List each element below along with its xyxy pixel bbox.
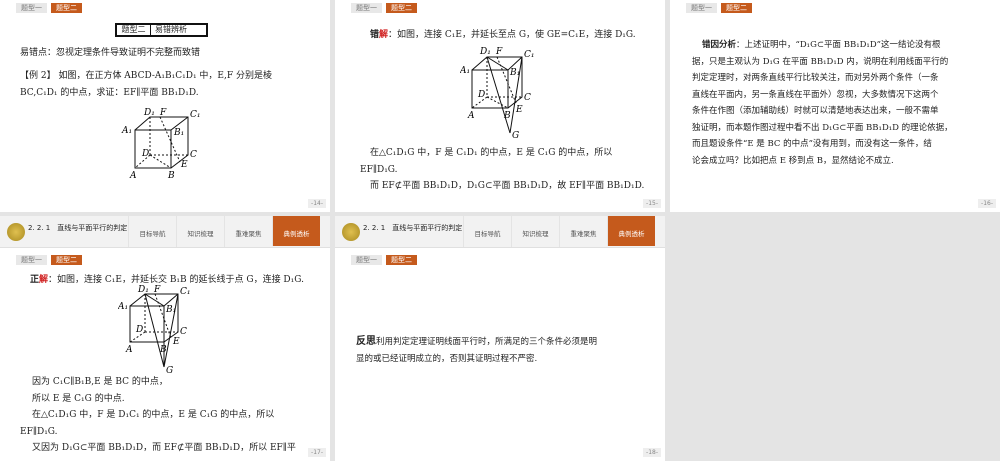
error-analysis-label: 错因分析	[702, 40, 737, 50]
svg-text:C₁: C₁	[190, 110, 201, 120]
section-box-left: 题型二	[117, 25, 151, 35]
label-solution: 解	[379, 30, 389, 40]
tab-type-1[interactable]: 题型一	[686, 3, 717, 13]
tab-type-1[interactable]: 题型一	[16, 3, 47, 13]
svg-text:E: E	[515, 105, 523, 115]
section-box: 题型二 易错辨析	[115, 23, 208, 37]
svg-text:D₁: D₁	[143, 108, 155, 118]
cube-figure: D₁ F C₁ A₁ B₁ D CE A B	[121, 108, 201, 180]
svg-text:F: F	[153, 285, 161, 295]
svg-text:A₁: A₁	[118, 302, 128, 312]
svg-text:B: B	[503, 111, 511, 121]
page-number: -17-	[308, 448, 326, 457]
svg-text:D₁: D₁	[137, 285, 149, 295]
svg-text:D: D	[477, 90, 485, 100]
slide-header: 2. 2. 1 直线与平面平行的判定 目标导航 知识梳理 重难聚焦 典例透析	[0, 216, 330, 248]
example-line-2: BC,C₁D₁ 的中点，求证：EF∥平面 BB₁D₁D.	[20, 88, 199, 98]
nav-knowledge[interactable]: 知识梳理	[176, 216, 224, 247]
nav-goals[interactable]: 目标导航	[463, 216, 511, 247]
page-number: -18-	[643, 448, 661, 457]
page-number: -14-	[308, 199, 326, 208]
proof-line-2: EF∥D₁G.	[360, 165, 398, 175]
svg-text:F: F	[495, 47, 503, 57]
svg-text:C: C	[524, 93, 531, 103]
svg-text:D: D	[135, 325, 143, 335]
svg-text:E: E	[172, 337, 180, 347]
svg-text:C: C	[180, 327, 187, 337]
svg-text:F: F	[159, 108, 167, 118]
wrong-solution-intro: 错解：如图，连接 C₁E，并延长至点 G，使 GE=C₁E，连接 D₁G.	[370, 27, 636, 44]
svg-text:A: A	[125, 345, 133, 355]
slide-18[interactable]: 2. 2. 1 直线与平面平行的判定 目标导航 知识梳理 重难聚焦 典例透析 题…	[335, 216, 665, 461]
nav-goals[interactable]: 目标导航	[128, 216, 176, 247]
svg-text:C₁: C₁	[180, 287, 191, 297]
label-wrong: 错	[370, 30, 380, 40]
tab-type-2[interactable]: 题型二	[721, 3, 752, 13]
logo-icon	[7, 223, 25, 241]
svg-text:D₁: D₁	[479, 47, 491, 57]
logo-icon	[342, 223, 360, 241]
proof-line-1: 因为 C₁C∥B₁B,E 是 BC 的中点，	[32, 377, 168, 387]
svg-text:G: G	[166, 366, 173, 374]
nav-knowledge[interactable]: 知识梳理	[511, 216, 559, 247]
tab-type-1[interactable]: 题型一	[351, 3, 382, 13]
reflection: 反思利用判定定理证明线面平行时，所满足的三个条件必须是明 显的或已经证明成立的，否…	[356, 336, 598, 364]
slide-17[interactable]: 2. 2. 1 直线与平面平行的判定 目标导航 知识梳理 重难聚焦 典例透析 题…	[0, 216, 330, 461]
slide-16[interactable]: 题型一 题型二 错因分析：上述证明中，“D₁G⊂平面 BB₁D₁D”这一结论没有根…	[670, 0, 1000, 212]
header-title: 2. 2. 1 直线与平面平行的判定	[28, 224, 128, 232]
svg-text:A: A	[129, 171, 137, 180]
cube-figure-extended: D₁ F C₁ A₁ B₁ D CE A B G	[460, 47, 535, 140]
tab-type-1[interactable]: 题型一	[351, 255, 382, 265]
svg-text:B₁: B₁	[509, 68, 520, 78]
example-line-1: 【例 2】 如图，在正方体 ABCD-A₁B₁C₁D₁ 中，E,F 分别是棱	[20, 71, 272, 81]
error-point: 易错点：忽视定理条件导致证明不完整而致错	[20, 48, 201, 58]
tab-type-2[interactable]: 题型二	[51, 3, 82, 13]
nav-focus[interactable]: 重难聚焦	[559, 216, 607, 247]
intro-text: ：如图，连接 C₁E，并延长至点 G，使 GE=C₁E，连接 D₁G.	[388, 30, 636, 40]
proof-line-1: 在△C₁D₁G 中，F 是 C₁D₁ 的中点，E 是 C₁G 的中点，所以	[370, 148, 613, 158]
nav-examples[interactable]: 典例透析	[272, 216, 320, 246]
nav-examples[interactable]: 典例透析	[607, 216, 655, 246]
proof-line-4: EF∥D₁G.	[20, 427, 58, 437]
svg-text:E: E	[180, 160, 188, 170]
svg-text:B: B	[167, 171, 175, 180]
svg-text:B₁: B₁	[165, 305, 176, 315]
svg-text:C: C	[190, 150, 197, 160]
svg-text:C₁: C₁	[524, 50, 535, 60]
section-box-right: 易错辨析	[155, 25, 187, 34]
proof-line-3: 而 EF⊄平面 BB₁D₁D，D₁G⊂平面 BB₁D₁D，故 EF∥平面 BB₁…	[370, 181, 645, 191]
cube-figure-correct: D₁ F C₁ A₁ B₁ D CE A B G	[118, 285, 191, 374]
proof-line-5: 又因为 D₁G⊂平面 BB₁D₁D，而 EF⊄平面 BB₁D₁D，所以 EF∥平	[32, 443, 296, 453]
header-title: 2. 2. 1 直线与平面平行的判定	[363, 224, 463, 232]
svg-text:G: G	[512, 131, 519, 140]
svg-text:A₁: A₁	[460, 66, 470, 76]
tab-type-2[interactable]: 题型二	[386, 3, 417, 13]
page-number: -16-	[978, 199, 996, 208]
slide-14[interactable]: 题型一 题型二 题型二 易错辨析 易错点：忽视定理条件导致证明不完整而致错 【例 …	[0, 0, 330, 212]
svg-text:B: B	[159, 345, 167, 355]
svg-text:A: A	[467, 111, 475, 121]
tab-type-2[interactable]: 题型二	[51, 255, 82, 265]
svg-text:B₁: B₁	[173, 128, 184, 138]
proof-line-2: 所以 E 是 C₁G 的中点.	[32, 394, 125, 404]
error-analysis: 错因分析：上述证明中，“D₁G⊂平面 BB₁D₁D”这一结论没有根 据，只是主观…	[692, 40, 953, 166]
tab-type-1[interactable]: 题型一	[16, 255, 47, 265]
proof-line-3: 在△C₁D₁G 中，F 是 D₁C₁ 的中点，E 是 C₁G 的中点，所以	[32, 410, 275, 420]
tab-type-2[interactable]: 题型二	[386, 255, 417, 265]
slide-header: 2. 2. 1 直线与平面平行的判定 目标导航 知识梳理 重难聚焦 典例透析	[335, 216, 665, 248]
svg-text:D: D	[141, 149, 149, 159]
slide-15[interactable]: 题型一 题型二 错解：如图，连接 C₁E，并延长至点 G，使 GE=C₁E，连接 …	[335, 0, 665, 212]
nav-focus[interactable]: 重难聚焦	[224, 216, 272, 247]
page-number: -15-	[643, 199, 661, 208]
svg-text:A₁: A₁	[121, 126, 132, 136]
